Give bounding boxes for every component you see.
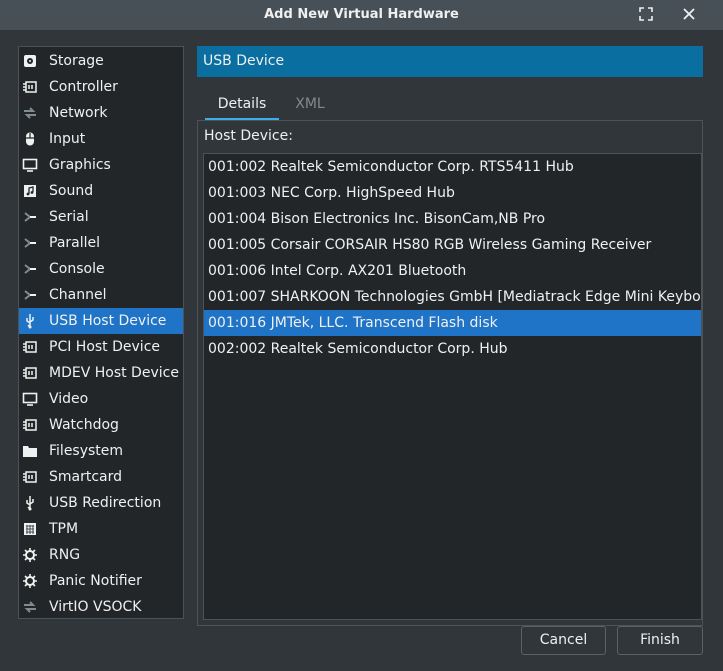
sidebar-item-label: Smartcard (49, 469, 123, 485)
network-icon (22, 105, 38, 121)
sidebar-item-label: Channel (49, 287, 107, 303)
sidebar-item-label: RNG (49, 547, 81, 563)
window-title: Add New Virtual Hardware (264, 7, 459, 22)
sidebar-item-tpm[interactable]: TPM (19, 516, 183, 542)
sidebar-item-video[interactable]: Video (19, 386, 183, 412)
panic-icon (22, 573, 38, 589)
sidebar-item-rng[interactable]: RNG (19, 542, 183, 568)
list-item[interactable]: 002:002 Realtek Semiconductor Corp. Hub (204, 336, 701, 362)
sound-icon (22, 183, 38, 199)
sidebar-item-input[interactable]: Input (19, 126, 183, 152)
sidebar-item-label: Sound (49, 183, 94, 199)
sidebar-item-network[interactable]: Network (19, 100, 183, 126)
list-item[interactable]: 001:002 Realtek Semiconductor Corp. RTS5… (204, 154, 701, 180)
channel-icon (22, 287, 38, 303)
pci-icon (22, 339, 38, 355)
sidebar-item-label: Storage (49, 53, 104, 69)
sidebar-item-storage[interactable]: Storage (19, 48, 183, 74)
watchdog-icon (22, 417, 38, 433)
sidebar-item-graphics[interactable]: Graphics (19, 152, 183, 178)
sidebar-item-label: PCI Host Device (49, 339, 161, 355)
sidebar-item-sound[interactable]: Sound (19, 178, 183, 204)
sidebar-item-label: Controller (49, 79, 118, 95)
usb-icon (22, 313, 38, 329)
close-icon[interactable] (679, 5, 699, 25)
list-item[interactable]: 001:004 Bison Electronics Inc. BisonCam,… (204, 206, 701, 232)
sidebar-item-label: TPM (49, 521, 79, 537)
list-item[interactable]: 001:006 Intel Corp. AX201 Bluetooth (204, 258, 701, 284)
smartcard-icon (22, 469, 38, 485)
sidebar-item-usb-redirection[interactable]: USB Redirection (19, 490, 183, 516)
hardware-type-list[interactable]: Storage Controller Network Input Graphics Sou… (18, 46, 184, 619)
sidebar-item-channel[interactable]: Channel (19, 282, 183, 308)
sidebar-item-label: Watchdog (49, 417, 119, 433)
tab-details[interactable]: Details (205, 90, 279, 120)
sidebar-item-panic-notifier[interactable]: Panic Notifier (19, 568, 183, 594)
sidebar-item-pci-host-device[interactable]: PCI Host Device (19, 334, 183, 360)
sidebar-item-label: Input (49, 131, 86, 147)
console-icon (22, 261, 38, 277)
sidebar-item-label: Serial (49, 209, 89, 225)
sidebar-item-label: MDEV Host Device (49, 365, 179, 381)
sidebar-item-label: Network (49, 105, 108, 121)
sidebar-item-usb-host-device[interactable]: USB Host Device (19, 308, 183, 334)
mdev-icon (22, 365, 38, 381)
sidebar-item-label: Console (49, 261, 105, 277)
sidebar-item-smartcard[interactable]: Smartcard (19, 464, 183, 490)
tpm-icon (22, 521, 38, 537)
maximize-icon[interactable] (636, 5, 656, 25)
parallel-icon (22, 235, 38, 251)
cancel-button[interactable]: Cancel (521, 626, 606, 655)
folder-icon (22, 443, 38, 459)
sidebar-item-label: USB Redirection (49, 495, 162, 511)
sidebar-item-parallel[interactable]: Parallel (19, 230, 183, 256)
mouse-icon (22, 131, 38, 147)
monitor-icon (22, 157, 38, 173)
sidebar-item-label: USB Host Device (49, 313, 167, 329)
sidebar-item-label: Parallel (49, 235, 101, 251)
host-device-list[interactable]: 001:002 Realtek Semiconductor Corp. RTS5… (203, 153, 702, 620)
list-item[interactable]: 001:016 JMTek, LLC. Transcend Flash disk (204, 310, 701, 336)
tab-xml[interactable]: XML (279, 90, 341, 120)
vsock-icon (22, 599, 38, 615)
serial-icon (22, 209, 38, 225)
sidebar-item-label: Video (49, 391, 89, 407)
sidebar-item-label: Filesystem (49, 443, 124, 459)
sidebar-item-console[interactable]: Console (19, 256, 183, 282)
usb-redirection-icon (22, 495, 38, 511)
sidebar-item-virtio-vsock[interactable]: VirtIO VSOCK (19, 594, 183, 620)
sidebar-item-label: Panic Notifier (49, 573, 142, 589)
sidebar-item-controller[interactable]: Controller (19, 74, 183, 100)
page-title: USB Device (197, 46, 703, 77)
title-bar: Add New Virtual Hardware (0, 0, 723, 30)
sidebar-item-watchdog[interactable]: Watchdog (19, 412, 183, 438)
list-item[interactable]: 001:005 Corsair CORSAIR HS80 RGB Wireles… (204, 232, 701, 258)
video-icon (22, 391, 38, 407)
storage-icon (22, 53, 38, 69)
sidebar-item-filesystem[interactable]: Filesystem (19, 438, 183, 464)
list-item[interactable]: 001:003 NEC Corp. HighSpeed Hub (204, 180, 701, 206)
sidebar-item-label: Graphics (49, 157, 111, 173)
sidebar-item-label: VirtIO VSOCK (49, 599, 142, 615)
sidebar-item-serial[interactable]: Serial (19, 204, 183, 230)
rng-icon (22, 547, 38, 563)
finish-button[interactable]: Finish (617, 626, 703, 655)
list-item[interactable]: 001:007 SHARKOON Technologies GmbH [Medi… (204, 284, 701, 310)
controller-icon (22, 79, 38, 95)
sidebar-item-mdev-host-device[interactable]: MDEV Host Device (19, 360, 183, 386)
host-device-label: Host Device: (204, 128, 293, 144)
